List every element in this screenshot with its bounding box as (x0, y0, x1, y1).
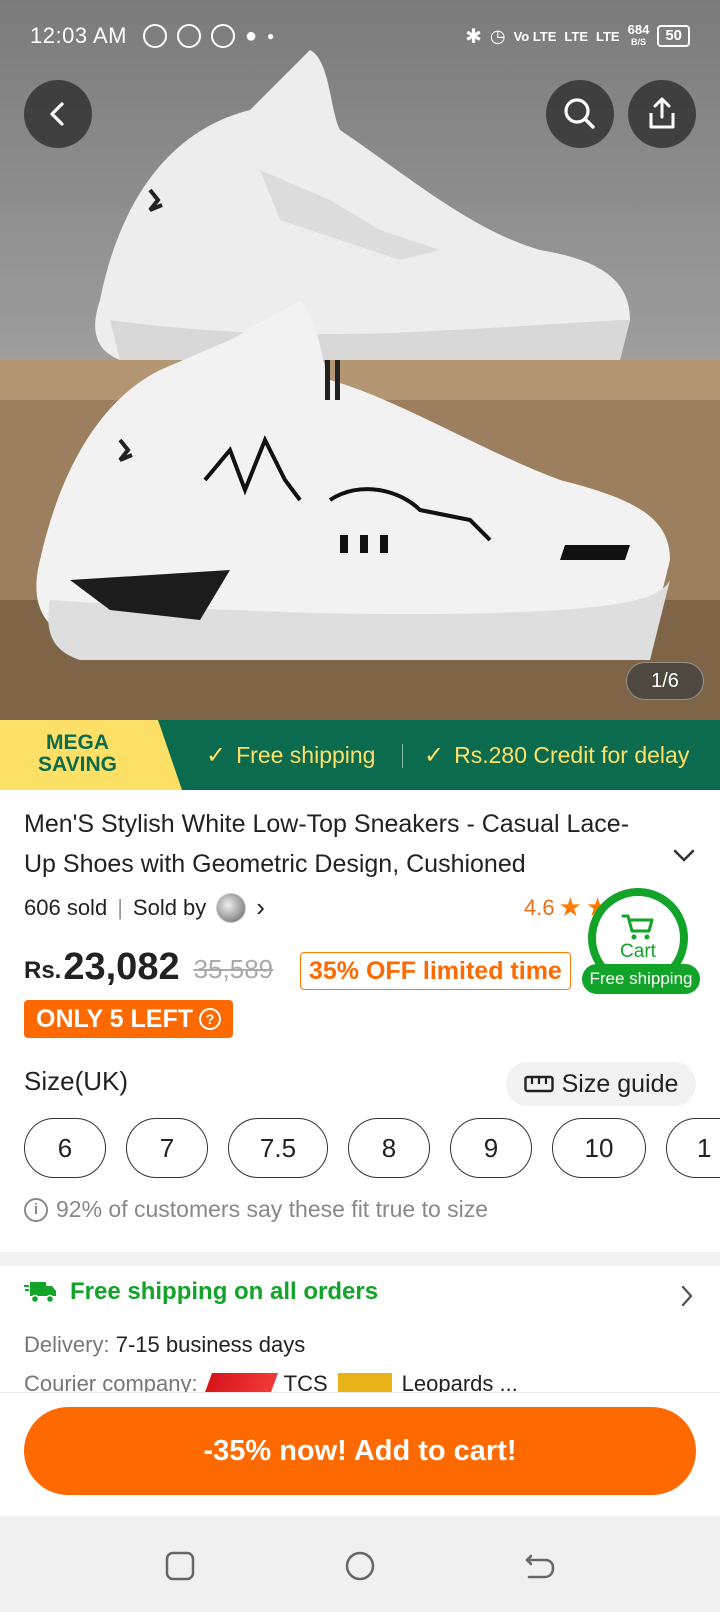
floating-cart-button[interactable]: Cart Free shipping (582, 888, 700, 1000)
sold-row: 606 sold | Sold by › (24, 892, 265, 923)
whatsapp-icon (176, 24, 201, 48)
promo-free-shipping: ✓ Free shipping (206, 741, 376, 769)
signal-2-icon: LTE (596, 28, 620, 44)
check-icon: ✓ (424, 741, 445, 769)
question-icon: ? (198, 1008, 221, 1030)
status-bar: 12:03 AM ● ● ✱ ◷ Vo LTE LTE LTE 684 B/S … (0, 0, 720, 72)
size-option[interactable]: 7 (126, 1118, 208, 1178)
chevron-right-icon[interactable] (680, 1284, 694, 1308)
shipping-row[interactable]: Free shipping on all orders (24, 1278, 378, 1306)
size-option[interactable]: 1 (666, 1118, 720, 1178)
network-speed: 684 B/S (627, 22, 650, 47)
chevron-left-icon (50, 102, 64, 126)
share-icon (649, 97, 675, 129)
seller-avatar[interactable] (216, 892, 247, 923)
home-button[interactable] (340, 1546, 380, 1586)
size-label: Size(UK) (24, 1066, 129, 1096)
add-to-cart-button[interactable]: -35% now! Add to cart! (24, 1407, 696, 1495)
sold-count: 606 sold (24, 894, 108, 920)
status-time: 12:03 AM (30, 23, 127, 48)
info-icon: i (24, 1197, 48, 1222)
mega-saving-text: MEGA SAVING (38, 731, 117, 776)
truck-icon (24, 1282, 56, 1304)
circle-icon (345, 1551, 375, 1581)
share-button[interactable] (628, 80, 696, 148)
chevron-down-icon[interactable] (672, 848, 696, 864)
original-price: 35,589 (193, 954, 274, 984)
price-row: Rs. 23,082 35,589 (24, 946, 273, 989)
back-nav-button[interactable] (520, 1546, 560, 1586)
back-arrow-icon (525, 1554, 555, 1579)
snapchat-icon: ● (244, 24, 258, 47)
image-counter: 1/6 (626, 662, 704, 700)
fit-note: i 92% of customers say these fit true to… (24, 1196, 488, 1223)
current-price: 23,082 (63, 946, 180, 988)
sold-by-label[interactable]: Sold by (133, 895, 206, 921)
title-fade (540, 844, 640, 884)
size-option[interactable]: 9 (450, 1118, 532, 1178)
volte-icon: Vo LTE (513, 28, 557, 44)
search-button[interactable] (546, 80, 614, 148)
size-options: 6 7 7.5 8 9 10 1 (24, 1118, 720, 1178)
more-notifications-icon: ● (267, 29, 275, 43)
discount-tag: 35% OFF limited time (300, 952, 571, 990)
divider: | (117, 894, 123, 920)
bottom-action-bar: -35% now! Add to cart! (0, 1392, 720, 1516)
cart-label: Cart (620, 941, 656, 962)
size-guide-button[interactable]: Size guide (506, 1062, 696, 1106)
recent-apps-button[interactable] (160, 1546, 200, 1586)
price-currency: Rs. (24, 957, 62, 984)
system-nav-bar (0, 1516, 720, 1612)
promo-divider (402, 744, 403, 768)
size-option[interactable]: 10 (552, 1118, 646, 1178)
bluetooth-icon: ✱ (465, 25, 482, 48)
check-icon: ✓ (206, 741, 227, 769)
delivery-info: Delivery: 7-15 business days (24, 1332, 306, 1357)
stock-badge[interactable]: ONLY 5 LEFT ? (24, 1000, 233, 1038)
chevron-right-icon[interactable]: › (256, 892, 265, 923)
square-icon (165, 1551, 195, 1581)
cart-icon (621, 914, 654, 940)
promo-credit-for-delay: ✓ Rs.280 Credit for delay (424, 741, 690, 769)
product-image-gallery[interactable]: 12:03 AM ● ● ✱ ◷ Vo LTE LTE LTE 684 B/S … (0, 0, 720, 720)
wifi-icon: ◷ (489, 25, 506, 46)
promo-banner[interactable]: MEGA SAVING ✓ Free shipping ✓ Rs.280 Cre… (0, 720, 720, 790)
size-option[interactable]: 7.5 (228, 1118, 328, 1178)
signal-1-icon: LTE (564, 28, 589, 44)
size-option[interactable]: 8 (348, 1118, 430, 1178)
whatsapp-business-icon (142, 24, 167, 48)
battery-icon: 50 (657, 25, 690, 47)
size-option[interactable]: 6 (24, 1118, 106, 1178)
ruler-icon (523, 1075, 554, 1093)
search-icon (564, 98, 595, 129)
messenger-icon (210, 24, 235, 48)
star-icon: ★ (558, 892, 582, 922)
cart-free-shipping-pill: Free shipping (582, 964, 700, 994)
rating-value: 4.6 (524, 894, 555, 920)
section-divider (0, 1252, 720, 1266)
back-button[interactable] (24, 80, 92, 148)
